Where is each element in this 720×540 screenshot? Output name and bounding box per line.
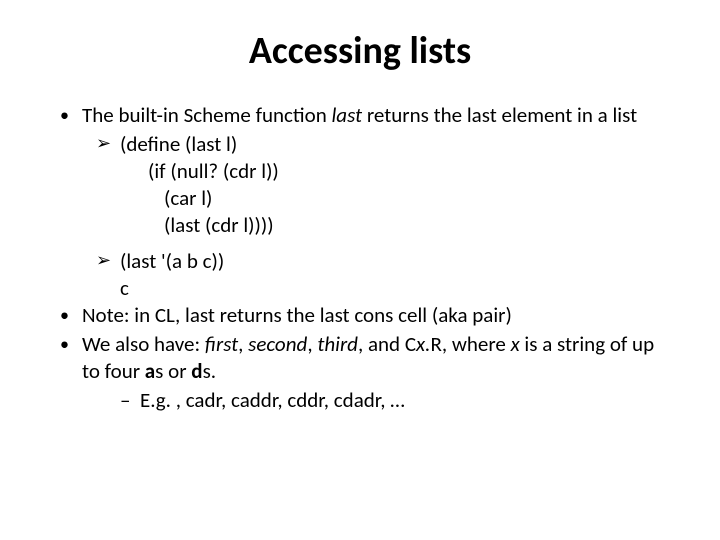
bullet-marker: •: [60, 302, 82, 327]
bullet-1-text: The built-in Scheme function last return…: [82, 102, 660, 129]
code-line-2: (if (null? (cdr l)): [60, 158, 660, 185]
slide-title: Accessing lists: [60, 28, 660, 74]
code-line-3: (car l): [60, 185, 660, 212]
arrow-spacer: [96, 275, 120, 276]
bullet-2: • Note: in CL, last returns the last con…: [60, 302, 660, 329]
dash-marker: –: [120, 387, 140, 414]
bullet-2-text: Note: in CL, last returns the last cons …: [82, 302, 660, 329]
sub-bullet-text: E.g. , cadr, caddr, cddr, cdadr, …: [140, 387, 405, 414]
bullet-marker: •: [60, 102, 82, 127]
arrow-icon: ➢: [96, 131, 120, 155]
bullet-3: • We also have: first, second, third, an…: [60, 331, 660, 385]
code-block-start: ➢ (define (last l): [60, 131, 660, 158]
slide-content: • The built-in Scheme function last retu…: [60, 102, 660, 414]
arrow-icon: ➢: [96, 248, 120, 272]
bullet-marker: •: [60, 331, 82, 356]
example-result: c: [120, 275, 129, 302]
example-result-row: c: [60, 275, 660, 302]
code-line-4: (last (cdr l)))): [60, 212, 660, 239]
bullet-1: • The built-in Scheme function last retu…: [60, 102, 660, 129]
sub-bullet: – E.g. , cadr, caddr, cddr, cdadr, …: [60, 387, 660, 414]
example-call: (last '(a b c)): [120, 248, 224, 275]
bullet-3-text: We also have: first, second, third, and …: [82, 331, 660, 385]
example-call-row: ➢ (last '(a b c)): [60, 248, 660, 275]
code-line-1: (define (last l): [120, 131, 237, 158]
